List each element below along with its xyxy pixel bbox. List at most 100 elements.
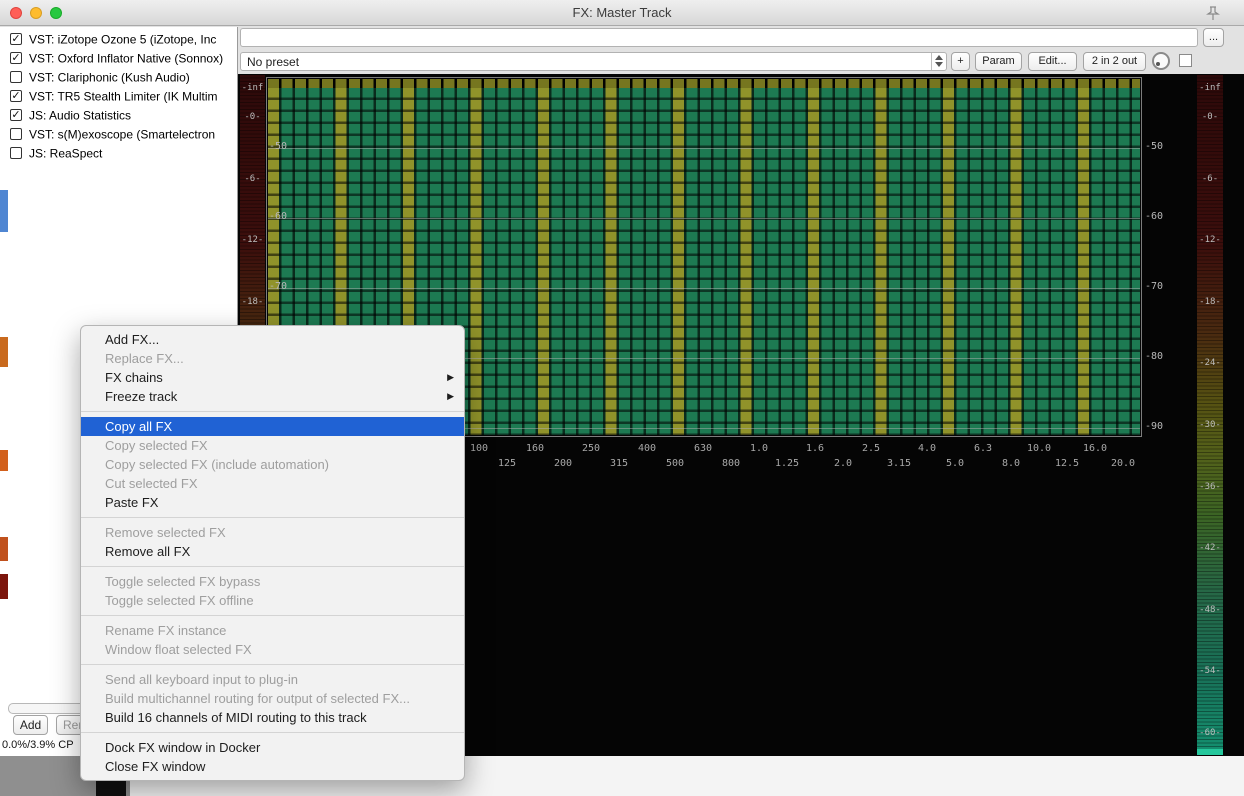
preset-value: No preset — [247, 55, 300, 69]
fx-enable-checkbox[interactable] — [10, 146, 22, 159]
fx-enable-checkbox[interactable] — [10, 127, 22, 140]
frequency-label: 16.0 — [1082, 443, 1108, 454]
db-label: -90 — [1145, 421, 1164, 432]
frequency-label: 160 — [525, 443, 545, 454]
fx-list-item[interactable]: ✓ VST: iZotope Ozone 5 (iZotope, Inc — [0, 30, 237, 49]
fx-list-item[interactable]: ✓ VST: TR5 Stealth Limiter (IK Multim — [0, 87, 237, 106]
add-fx-button[interactable]: Add — [13, 715, 48, 735]
frequency-label: 400 — [637, 443, 657, 454]
submenu-arrow-icon: ▶ — [447, 391, 454, 401]
meter-scale-label: -18- — [241, 296, 264, 307]
menu-item-label: Copy all FX — [105, 419, 173, 434]
menu-item-remove-all-fx[interactable]: Remove all FX — [81, 542, 464, 561]
preset-stepper-icon[interactable] — [931, 53, 946, 70]
wet-dry-knob[interactable] — [1152, 52, 1170, 70]
menu-item-label: Build multichannel routing for output of… — [105, 691, 410, 706]
menu-item-label: Close FX window — [105, 759, 206, 774]
menu-separator — [81, 664, 464, 665]
fx-list-item[interactable]: VST: s(M)exoscope (Smartelectron — [0, 125, 237, 144]
db-label: -70 — [269, 281, 288, 292]
fx-enable-checkbox[interactable] — [10, 70, 22, 83]
fx-list-item[interactable]: ✓ JS: Audio Statistics — [0, 106, 237, 125]
menu-item-cut-selected-fx: Cut selected FX — [81, 474, 464, 493]
meter-scale-label: -36- — [1199, 481, 1221, 492]
preset-dropdown[interactable]: No preset — [240, 52, 947, 71]
fx-enable-checkbox[interactable]: ✓ — [10, 89, 22, 102]
pin-icon[interactable] — [1206, 6, 1220, 21]
menu-item-paste-fx[interactable]: Paste FX — [81, 493, 464, 512]
background-window-fragment — [0, 190, 8, 232]
fx-enable-checkbox[interactable]: ✓ — [10, 108, 22, 121]
menu-item-label: Rename FX instance — [105, 623, 227, 638]
menu-item-label: Build 16 channels of MIDI routing to thi… — [105, 710, 367, 725]
menu-item-label: FX chains — [105, 370, 163, 385]
menu-item-label: Dock FX window in Docker — [105, 740, 261, 755]
menu-item-build-16-channels-of-midi-routing-to-this-track[interactable]: Build 16 channels of MIDI routing to thi… — [81, 708, 464, 727]
fx-list-item[interactable]: JS: ReaSpect — [0, 144, 237, 163]
fx-list-scrollbar[interactable] — [8, 703, 86, 714]
menu-item-close-fx-window[interactable]: Close FX window — [81, 757, 464, 776]
meter-scale-label: -18- — [1199, 296, 1221, 307]
db-label: -70 — [1145, 281, 1164, 292]
window-title: FX: Master Track — [572, 5, 672, 20]
bypass-checkbox[interactable] — [1179, 54, 1192, 67]
menu-item-copy-all-fx[interactable]: Copy all FX — [81, 417, 464, 436]
fx-list: ✓ VST: iZotope Ozone 5 (iZotope, Inc ✓ VST:… — [0, 30, 237, 163]
menu-item-copy-selected-fx-include-automation: Copy selected FX (include automation) — [81, 455, 464, 474]
menu-item-add-fx[interactable]: Add FX... — [81, 330, 464, 349]
frequency-label: 1.6 — [805, 443, 825, 454]
cpu-usage-label: 0.0%/3.9% CP — [2, 739, 74, 751]
fx-comment-input[interactable] — [240, 28, 1198, 47]
knob-indicator-dot — [1156, 62, 1160, 66]
fx-name: VST: Oxford Inflator Native (Sonnox) — [29, 51, 224, 66]
menu-item-remove-selected-fx: Remove selected FX — [81, 523, 464, 542]
menu-item-dock-fx-window-in-docker[interactable]: Dock FX window in Docker — [81, 738, 464, 757]
fx-name: JS: ReaSpect — [29, 146, 103, 161]
fx-name: VST: Clariphonic (Kush Audio) — [29, 70, 190, 85]
menu-item-build-multichannel-routing-for-output-of-selected-fx: Build multichannel routing for output of… — [81, 689, 464, 708]
db-label: -50 — [269, 141, 288, 152]
menu-item-fx-chains[interactable]: FX chains ▶ — [81, 368, 464, 387]
db-label: -50 — [1145, 141, 1164, 152]
meter-scale-label: -inf — [1199, 83, 1221, 93]
titlebar[interactable]: FX: Master Track — [0, 0, 1244, 26]
menu-item-label: Send all keyboard input to plug-in — [105, 672, 298, 687]
menu-item-label: Window float selected FX — [105, 642, 252, 657]
fx-enable-checkbox[interactable]: ✓ — [10, 32, 22, 45]
menu-item-label: Copy selected FX (include automation) — [105, 457, 330, 472]
frequency-label: 630 — [693, 443, 713, 454]
frequency-label: 1.25 — [774, 458, 800, 469]
fx-name: VST: s(M)exoscope (Smartelectron — [29, 127, 216, 142]
frequency-label: 20.0 — [1110, 458, 1136, 469]
meter-scale-label: -54- — [1199, 666, 1221, 677]
menu-item-replace-fx: Replace FX... — [81, 349, 464, 368]
background-window-fragment — [0, 450, 8, 471]
menu-item-copy-selected-fx: Copy selected FX — [81, 436, 464, 455]
frequency-label: 315 — [609, 458, 629, 469]
meter-scale-label: -60- — [1199, 728, 1221, 738]
submenu-arrow-icon: ▶ — [447, 372, 454, 382]
menu-item-label: Add FX... — [105, 332, 160, 347]
frequency-label: 3.15 — [886, 458, 912, 469]
param-button[interactable]: Param — [975, 52, 1022, 71]
frequency-label: 2.5 — [861, 443, 881, 454]
meter-scale-label: -6- — [244, 173, 261, 184]
background-window-fragment — [0, 337, 8, 367]
save-preset-button[interactable]: + — [951, 52, 970, 71]
background-window-fragment — [0, 574, 8, 599]
fx-list-item[interactable]: VST: Clariphonic (Kush Audio) — [0, 68, 237, 87]
spectrum-peak-strip — [268, 79, 1140, 88]
edit-button[interactable]: Edit... — [1028, 52, 1077, 71]
comment-more-button[interactable]: ... — [1203, 28, 1224, 47]
meter-scale-label: -24- — [1199, 358, 1221, 369]
frequency-label: 800 — [721, 458, 741, 469]
menu-item-freeze-track[interactable]: Freeze track ▶ — [81, 387, 464, 406]
db-label: -60 — [269, 211, 288, 222]
spectrum-gridline — [268, 218, 1140, 219]
meter-scale-label: -inf — [241, 83, 264, 93]
meter-scale-label: -12- — [1199, 235, 1221, 246]
frequency-label: 10.0 — [1026, 443, 1052, 454]
io-routing-button[interactable]: 2 in 2 out — [1083, 52, 1146, 71]
fx-list-item[interactable]: ✓ VST: Oxford Inflator Native (Sonnox) — [0, 49, 237, 68]
fx-enable-checkbox[interactable]: ✓ — [10, 51, 22, 64]
